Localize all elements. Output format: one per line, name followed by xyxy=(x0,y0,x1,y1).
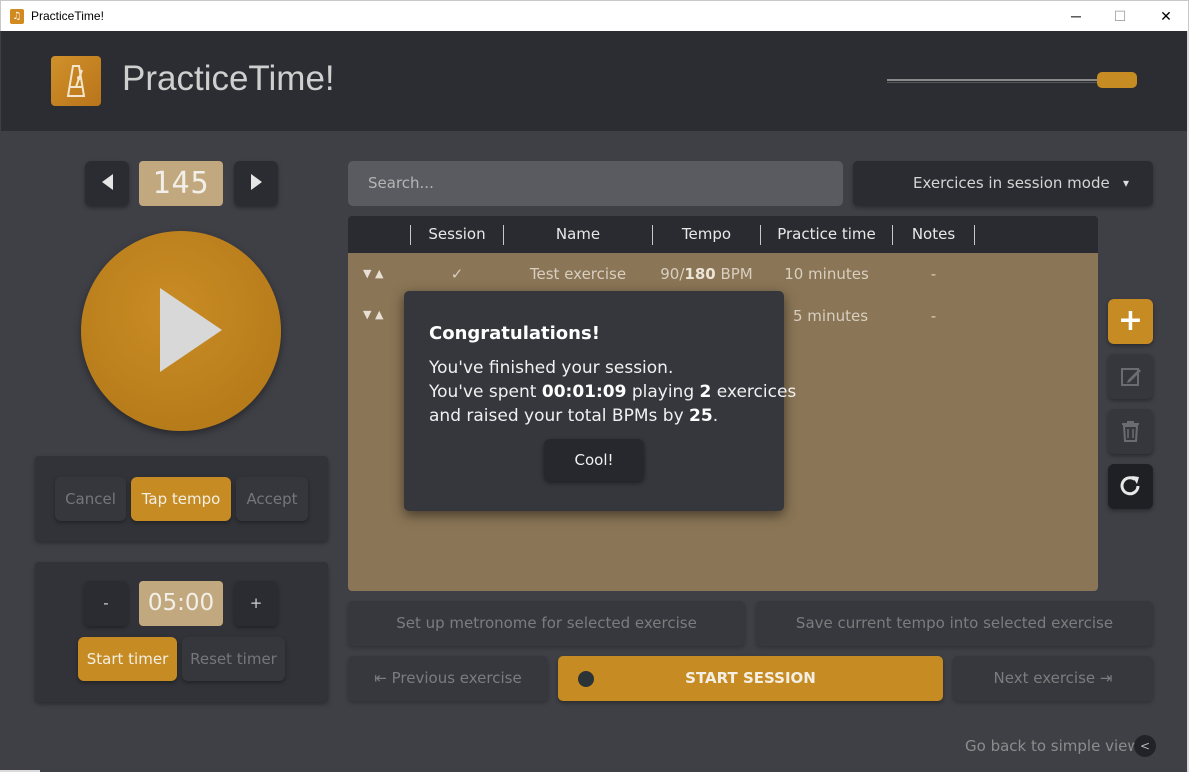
session-duration: 00:01:09 xyxy=(541,382,627,402)
start-timer-button[interactable]: Start timer xyxy=(78,637,177,681)
reset-timer-button[interactable]: Reset timer xyxy=(182,637,285,681)
setup-metronome-button[interactable]: Set up metronome for selected exercise xyxy=(348,601,745,646)
chevron-right-icon xyxy=(250,174,262,190)
row-move-arrows[interactable]: ▼ ▲ xyxy=(363,308,383,321)
play-button[interactable] xyxy=(81,231,281,431)
dialog-text: exercices xyxy=(711,382,797,402)
exercise-practice-time: 10 minutes xyxy=(784,265,869,283)
cool-button[interactable]: Cool! xyxy=(544,439,644,481)
tap-tempo-button[interactable]: Tap tempo xyxy=(131,477,231,521)
dialog-text: playing xyxy=(626,382,700,402)
chevron-down-icon: ▾ xyxy=(1123,176,1130,190)
add-exercise-button[interactable]: + xyxy=(1108,299,1153,344)
app-title: PracticeTime! xyxy=(122,59,335,98)
tempo-target: 180 xyxy=(684,265,716,283)
tempo-current: 90/ xyxy=(660,265,685,283)
mode-select-value: Exercices in session mode xyxy=(913,174,1110,192)
bpm-raised-value: 25 xyxy=(689,406,713,426)
app-icon: ♫ xyxy=(10,9,24,24)
column-tempo[interactable]: Tempo xyxy=(653,216,760,253)
timer-increase-button[interactable]: + xyxy=(234,581,278,626)
chevron-left-icon xyxy=(101,174,113,190)
metronome-icon xyxy=(51,56,101,106)
timer-display: 05:00 xyxy=(139,581,223,626)
search-input[interactable]: Search... xyxy=(348,161,843,206)
refresh-button[interactable] xyxy=(1108,464,1153,509)
cancel-tap-button[interactable]: Cancel xyxy=(55,477,126,521)
dialog-line-3: and raised your total BPMs by 25. xyxy=(429,406,718,426)
save-tempo-button[interactable]: Save current tempo into selected exercis… xyxy=(756,601,1153,646)
column-session[interactable]: Session xyxy=(411,216,503,253)
exercise-notes: - xyxy=(930,307,937,325)
dialog-text: You've spent xyxy=(429,382,542,402)
session-check-icon[interactable]: ✓ xyxy=(411,265,503,283)
exercise-tempo: 90/180 BPM xyxy=(653,265,760,283)
bpm-increase-button[interactable] xyxy=(234,161,278,206)
tempo-unit: BPM xyxy=(715,265,753,283)
dialog-title: Congratulations! xyxy=(429,323,600,344)
dialog-text: . xyxy=(712,406,719,426)
row-move-arrows[interactable]: ▼ ▲ xyxy=(363,267,383,280)
bpm-display: 145 xyxy=(139,161,223,206)
dialog-line-1: You've finished your session. xyxy=(429,358,674,378)
dialog-line-2: You've spent 00:01:09 playing 2 exercice… xyxy=(429,382,796,402)
volume-slider-thumb[interactable] xyxy=(1097,72,1137,88)
refresh-icon xyxy=(1120,476,1140,496)
maximize-button[interactable]: ☐ xyxy=(1097,1,1143,31)
timer-decrease-button[interactable]: - xyxy=(84,581,128,626)
column-name[interactable]: Name xyxy=(504,216,652,253)
previous-exercise-button[interactable]: ⇤ Previous exercise xyxy=(348,656,548,701)
minimize-button[interactable]: ─ xyxy=(1053,1,1099,31)
edit-icon xyxy=(1121,368,1141,386)
start-session-button[interactable]: START SESSION xyxy=(558,656,943,701)
simple-view-button[interactable]: < xyxy=(1134,735,1156,757)
trash-icon xyxy=(1122,421,1139,442)
bpm-decrease-button[interactable] xyxy=(85,161,129,206)
start-session-label: START SESSION xyxy=(685,669,816,687)
exercise-notes: - xyxy=(930,265,937,283)
next-exercise-button[interactable]: Next exercise ⇥ xyxy=(953,656,1153,701)
close-button[interactable]: ✕ xyxy=(1143,1,1189,31)
column-practice-time[interactable]: Practice time xyxy=(761,216,892,253)
column-notes[interactable]: Notes xyxy=(893,216,974,253)
edit-exercise-button[interactable] xyxy=(1108,354,1153,399)
record-dot-icon xyxy=(578,671,594,687)
window-title: PracticeTime! xyxy=(31,9,104,23)
exercise-table-header: Session Name Tempo Practice time Notes xyxy=(348,216,1098,253)
exercise-count: 2 xyxy=(699,382,712,402)
delete-exercise-button[interactable] xyxy=(1108,409,1153,454)
column-separator xyxy=(974,225,975,245)
window-titlebar: ♫ PracticeTime! ─ ☐ ✕ xyxy=(0,0,1189,31)
congratulations-dialog: Congratulations! You've finished your se… xyxy=(404,291,796,511)
simple-view-link[interactable]: Go back to simple view xyxy=(965,737,1140,755)
exercise-name: Test exercise xyxy=(529,265,627,283)
exercise-mode-select[interactable]: Exercices in session mode ▾ xyxy=(853,161,1153,206)
dialog-text: and raised your total BPMs by xyxy=(429,406,690,426)
volume-slider-track[interactable] xyxy=(887,79,1107,83)
play-icon xyxy=(160,288,222,372)
accept-tap-button[interactable]: Accept xyxy=(236,477,308,521)
app-header: PracticeTime! xyxy=(1,31,1188,131)
